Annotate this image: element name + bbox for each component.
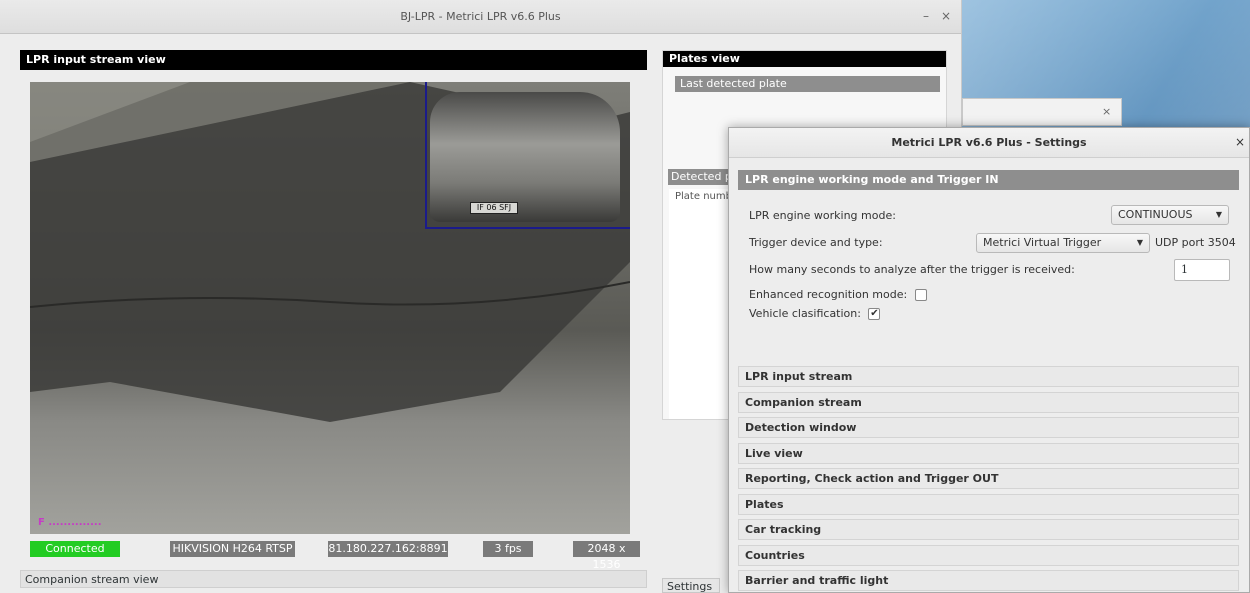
connection-status-badge: Connected <box>30 541 120 557</box>
main-titlebar[interactable]: BJ-LPR - Metrici LPR v6.6 Plus – × <box>0 0 961 34</box>
resolution-badge: 2048 x 1536 <box>573 541 640 571</box>
camera-video-feed[interactable]: IF 06 SFJ F .............. <box>30 82 630 534</box>
trigger-label: Trigger device and type: <box>749 236 883 249</box>
working-mode-select[interactable]: CONTINUOUS ▼ <box>1111 205 1229 225</box>
plates-view-header: Plates view <box>663 51 946 67</box>
camera-address-badge: 81.180.227.162:8891 <box>328 541 448 557</box>
section-car-tracking[interactable]: Car tracking <box>738 519 1239 540</box>
background-window[interactable]: × <box>962 98 1122 126</box>
trigger-device-select[interactable]: Metrici Virtual Trigger ▼ <box>976 233 1150 253</box>
section-companion-stream[interactable]: Companion stream <box>738 392 1239 413</box>
window-title: BJ-LPR - Metrici LPR v6.6 Plus <box>400 10 561 23</box>
chevron-down-icon: ▼ <box>1136 238 1143 247</box>
lpr-stream-header: LPR input stream view <box>20 50 647 70</box>
enhanced-recognition-checkbox[interactable] <box>914 289 927 301</box>
section-reporting[interactable]: Reporting, Check action and Trigger OUT <box>738 468 1239 489</box>
mode-label: LPR engine working mode: <box>749 209 896 222</box>
video-osd-text: F .............. <box>38 517 102 528</box>
settings-tab[interactable]: Settings <box>662 578 720 593</box>
minimize-button[interactable]: – <box>918 8 934 24</box>
section-plates[interactable]: Plates <box>738 494 1239 515</box>
settings-title: Metrici LPR v6.6 Plus - Settings <box>891 136 1087 149</box>
settings-close-button[interactable]: × <box>1235 135 1245 149</box>
detection-box <box>425 82 630 229</box>
camera-type-badge: HIKVISION H264 RTSP <box>170 541 295 557</box>
bg-window-close-button[interactable]: × <box>1102 105 1111 118</box>
section-lpr-input-stream[interactable]: LPR input stream <box>738 366 1239 387</box>
close-button[interactable]: × <box>938 8 954 24</box>
udp-port-label: UDP port 3504 <box>1155 236 1236 249</box>
enhanced-label: Enhanced recognition mode: <box>749 288 908 301</box>
chevron-down-icon: ▼ <box>1215 210 1222 219</box>
last-detected-plate-header: Last detected plate <box>675 76 940 92</box>
settings-titlebar[interactable]: Metrici LPR v6.6 Plus - Settings × <box>729 128 1249 158</box>
companion-stream-header[interactable]: Companion stream view <box>20 570 647 588</box>
vehicle-label: Vehicle clasification: <box>749 307 861 320</box>
trigger-device-value: Metrici Virtual Trigger <box>983 236 1102 249</box>
vehicle-classification-checkbox[interactable]: ✔ <box>868 308 881 320</box>
section-countries[interactable]: Countries <box>738 545 1239 566</box>
lpr-input-stream-panel: LPR input stream view IF 06 SFJ F ......… <box>20 50 647 571</box>
enhanced-row: Enhanced recognition mode: <box>749 288 927 301</box>
fps-badge: 3 fps <box>483 541 533 557</box>
working-mode-value: CONTINUOUS <box>1118 208 1193 221</box>
settings-dialog: Metrici LPR v6.6 Plus - Settings × LPR e… <box>728 127 1250 593</box>
seconds-label: How many seconds to analyze after the tr… <box>749 263 1075 276</box>
stream-status-bar: Connected HIKVISION H264 RTSP 81.180.227… <box>30 541 640 571</box>
section-header-engine-mode[interactable]: LPR engine working mode and Trigger IN <box>738 170 1239 190</box>
seconds-input[interactable]: 1 <box>1174 259 1230 281</box>
vehicle-row: Vehicle clasification: ✔ <box>749 307 881 320</box>
section-barrier-traffic-light[interactable]: Barrier and traffic light <box>738 570 1239 591</box>
section-detection-window[interactable]: Detection window <box>738 417 1239 438</box>
section-live-view[interactable]: Live view <box>738 443 1239 464</box>
